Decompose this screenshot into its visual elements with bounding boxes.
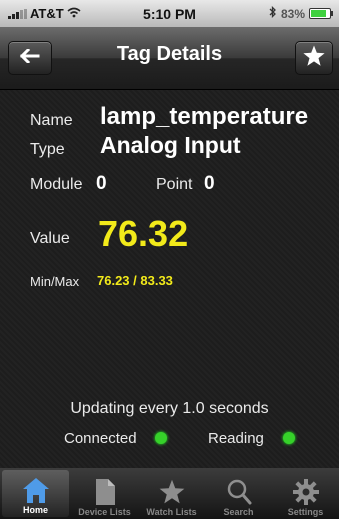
- point-label: Point: [156, 176, 193, 193]
- tag-details-panel: Name lamp_temperature Type Analog Input …: [0, 90, 339, 468]
- bluetooth-icon: [269, 5, 277, 21]
- reading-label: Reading: [208, 430, 264, 447]
- type-value: Analog Input: [100, 132, 241, 158]
- connected-indicator: [155, 432, 167, 444]
- tab-label: Watch Lists: [146, 507, 197, 517]
- module-value: 0: [96, 173, 107, 194]
- star-icon: [302, 44, 326, 73]
- navigation-bar: Tag Details: [0, 27, 339, 90]
- tab-device-lists[interactable]: Device Lists: [71, 468, 138, 519]
- tab-search[interactable]: Search: [205, 468, 272, 519]
- minmax-label: Min/Max: [30, 274, 80, 289]
- module-label: Module: [30, 176, 83, 193]
- value-label: Value: [30, 230, 70, 247]
- battery-percent: 83%: [280, 6, 305, 21]
- minmax-value: 76.23 / 83.33: [97, 273, 173, 288]
- tab-label: Settings: [287, 507, 324, 517]
- update-interval-text: Updating every 1.0 seconds: [70, 400, 269, 417]
- name-label: Name: [30, 112, 73, 129]
- battery-status: 83%: [269, 5, 333, 21]
- tab-bar: Home Device Lists Watch Lists Search Set…: [0, 468, 339, 519]
- point-value: 0: [204, 173, 215, 194]
- tab-label: Home: [22, 505, 48, 515]
- battery-icon: [309, 8, 333, 19]
- tab-settings[interactable]: Settings: [272, 468, 339, 519]
- home-icon: [21, 476, 51, 504]
- tag-value: 76.32: [98, 213, 189, 254]
- tab-home[interactable]: Home: [2, 470, 69, 517]
- document-icon: [93, 478, 117, 506]
- reading-indicator: [283, 432, 295, 444]
- tab-label: Device Lists: [78, 507, 131, 517]
- status-bar: AT&T 5:10 PM 83%: [0, 0, 339, 27]
- tab-label: Search: [223, 507, 254, 517]
- tab-watch-lists[interactable]: Watch Lists: [138, 468, 205, 519]
- page-title: Tag Details: [116, 43, 223, 65]
- name-value: lamp_temperature: [100, 103, 309, 130]
- gear-icon: [292, 478, 320, 506]
- search-icon: [225, 478, 253, 506]
- favorite-button[interactable]: [295, 41, 333, 75]
- connected-label: Connected: [64, 430, 137, 447]
- star-icon: [158, 478, 186, 506]
- type-label: Type: [30, 141, 65, 158]
